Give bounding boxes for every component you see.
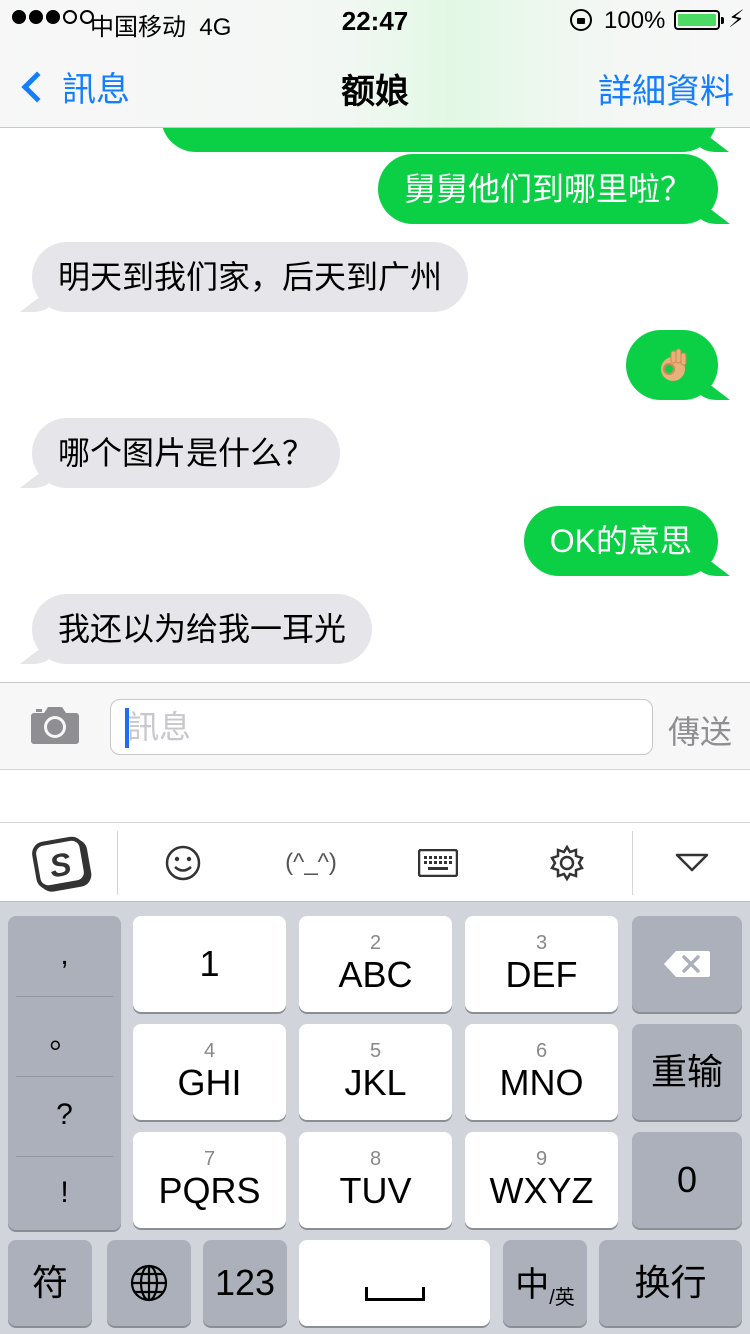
punct-comma-key[interactable]: ,	[8, 916, 121, 994]
battery-percent: 100%	[604, 7, 666, 34]
message-bubble-sent-emoji[interactable]	[626, 330, 718, 400]
message-bubble-sent[interactable]: 舅舅他们到哪里啦？	[377, 154, 718, 224]
symbols-key[interactable]: 符	[8, 1240, 92, 1326]
ok-hand-icon	[661, 348, 687, 381]
space-icon	[364, 1287, 425, 1301]
key-pqrs[interactable]: 7 PQRS	[133, 1132, 286, 1228]
key-jkl[interactable]: 5 JKL	[299, 1024, 452, 1120]
kaomoji-button[interactable]: (^_^)	[270, 823, 352, 903]
message-input[interactable]: 訊息	[110, 699, 653, 755]
emoji-face-icon[interactable]	[150, 823, 216, 903]
keyboard: , 。 ? ! 1 2 ABC 3 DEF 4 GHI 5 JKL 6 MNO 重输 7P…	[0, 902, 750, 1334]
space-key[interactable]	[299, 1240, 490, 1326]
keyboard-icon[interactable]	[410, 823, 466, 903]
chevron-left-icon	[21, 70, 53, 103]
key-0[interactable]: 0	[632, 1132, 742, 1228]
backspace-key[interactable]	[632, 916, 742, 1012]
message-bubble-sent[interactable]: OK的意思	[523, 506, 718, 576]
sogou-logo-icon[interactable]: S	[20, 823, 100, 903]
punct-exclaim-key[interactable]: !	[8, 1154, 121, 1232]
globe-key[interactable]	[107, 1240, 191, 1326]
top-bar: 中国移动 4G 22:47 100% ⚡ 訊息 额娘 詳細資料	[0, 0, 750, 128]
return-key[interactable]: 换行	[599, 1240, 742, 1326]
battery-icon	[674, 10, 724, 30]
message-bubble-received[interactable]: 我还以为给我一耳光	[32, 594, 373, 664]
orientation-lock-icon	[570, 9, 592, 31]
message-bubble-received[interactable]: 明天到我们家，后天到广州	[32, 242, 469, 312]
key-ghi[interactable]: 4 GHI	[133, 1024, 286, 1120]
nav-bar: 訊息 额娘 詳細資料	[0, 40, 750, 128]
back-label: 訊息	[62, 71, 130, 109]
language-switch-key[interactable]: 中/英	[503, 1240, 587, 1326]
gear-icon[interactable]	[544, 823, 590, 903]
numbers-key[interactable]: 123	[203, 1240, 287, 1326]
message-bubble-received[interactable]: 哪个图片是什么？	[32, 418, 341, 488]
key-mno[interactable]: 6 MNO	[465, 1024, 618, 1120]
send-button[interactable]: 傳送	[668, 707, 732, 753]
punct-question-key[interactable]: ?	[8, 1076, 121, 1154]
retype-key[interactable]: 重输	[632, 1024, 742, 1120]
conversation-title: 额娘	[341, 73, 409, 111]
camera-icon[interactable]	[30, 705, 80, 745]
bolt-icon: ⚡	[728, 6, 745, 33]
backspace-icon	[664, 951, 710, 977]
key-wxyz[interactable]: 9 WXYZ	[465, 1132, 618, 1228]
key-1[interactable]: 1	[133, 916, 286, 1012]
key-abc[interactable]: 2 ABC	[299, 916, 452, 1012]
globe-icon	[130, 1264, 168, 1302]
punctuation-column: , 。 ? !	[8, 916, 121, 1230]
status-bar: 中国移动 4G 22:47 100% ⚡	[0, 0, 750, 41]
ime-toolbar: S (^_^)	[0, 822, 750, 902]
punct-period-key[interactable]: 。	[8, 996, 121, 1074]
key-def[interactable]: 3 DEF	[465, 916, 618, 1012]
details-button[interactable]: 詳細資料	[598, 64, 734, 113]
message-input-placeholder: 訊息	[127, 709, 192, 745]
composer-bar: 訊息 傳送	[0, 682, 750, 770]
key-tuv[interactable]: 8 TUV	[299, 1132, 452, 1228]
text-cursor	[125, 708, 129, 748]
hide-keyboard-icon[interactable]	[670, 823, 714, 903]
back-button[interactable]: 訊息	[14, 62, 130, 111]
